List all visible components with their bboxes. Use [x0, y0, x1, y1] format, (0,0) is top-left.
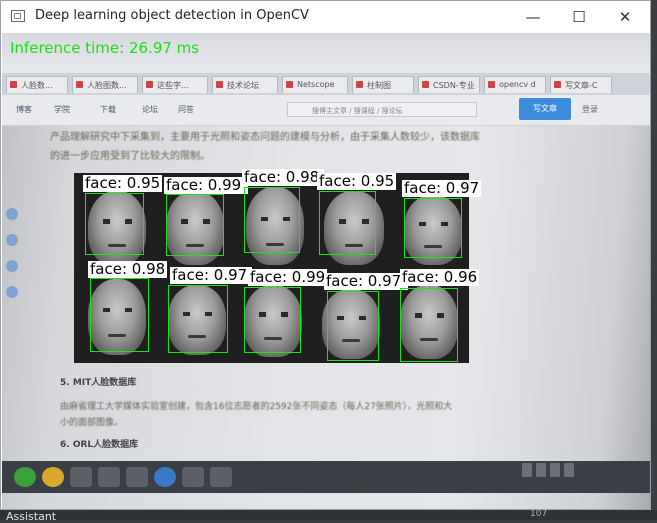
- captured-tab: 人脸图数...: [72, 76, 138, 93]
- detection-label: face: 0.98: [88, 260, 168, 278]
- close-button[interactable]: ✕: [603, 5, 647, 29]
- detection-label: face: 0.97: [324, 273, 408, 290]
- tray-icon: [536, 463, 546, 477]
- captured-nav-item: 下载: [100, 105, 116, 114]
- share-icon: [6, 286, 18, 298]
- chrome-icon: [42, 467, 64, 487]
- captured-site-nav: 博客 学院 下载 论坛 问答 搜博主文章 / 搜课程 / 搜论坛 写文章 登录: [2, 95, 650, 126]
- detection-box: [327, 291, 379, 361]
- detection-box: [166, 194, 224, 256]
- tray-icon: [564, 463, 574, 477]
- captured-login-link: 登录: [582, 105, 598, 114]
- share-icon: [6, 234, 18, 246]
- detection-box: [319, 191, 376, 255]
- detection-box: [400, 288, 458, 362]
- captured-taskbar: [2, 461, 650, 493]
- detection-label: face: 0.98: [242, 169, 324, 186]
- captured-text-line: 小的面部图像。: [60, 418, 124, 428]
- start-icon: [14, 467, 36, 487]
- detection-label: face: 0.97: [402, 179, 482, 197]
- detection-box: [85, 193, 144, 255]
- window-app-icon: [11, 10, 25, 22]
- share-icon: [6, 208, 18, 220]
- detection-box: [244, 187, 300, 253]
- detection-label: face: 0.96: [400, 268, 480, 286]
- folder-icon: [98, 467, 120, 487]
- speaker-icon: [70, 467, 92, 487]
- minimize-button[interactable]: —: [511, 5, 555, 29]
- captured-text-line: 的进一步应用受到了比较大的限制。: [50, 151, 210, 162]
- detection-label: face: 0.95: [83, 174, 163, 192]
- captured-search-box: 搜博主文章 / 搜课程 / 搜论坛: [287, 102, 477, 117]
- browser-icon: [154, 467, 176, 487]
- captured-nav-item: 问答: [178, 105, 194, 114]
- captured-section-heading: 5. MIT人脸数据库: [60, 378, 137, 388]
- terminal-icon: [126, 467, 148, 487]
- detection-box: [244, 287, 301, 353]
- captured-tab: 柱制图: [352, 76, 414, 93]
- inference-time-label: Inference time: 26.97 ms: [10, 39, 200, 57]
- captured-nav-item: 论坛: [142, 105, 158, 114]
- detection-label: face: 0.97: [170, 267, 252, 284]
- detection-label: face: 0.99: [164, 177, 248, 194]
- detection-box: [404, 198, 462, 258]
- count-label: 107: [530, 509, 548, 519]
- captured-text-line: 由麻省理工大学媒体实验室创建，包含16位志愿者的2592张不同姿态（每人27张照…: [60, 402, 453, 412]
- detection-box: [90, 278, 149, 352]
- camera-frame: 人脸数... 人脸图数... 这些字… 技术论坛 Netscope 柱制图 CS…: [2, 33, 650, 509]
- captured-section-heading: 6. ORL人脸数据库: [60, 440, 139, 450]
- captured-tab: 写文章-C: [550, 76, 612, 93]
- captured-write-button: 写文章: [519, 98, 571, 120]
- tray-icon: [522, 463, 532, 477]
- captured-tab: opencv d: [484, 76, 546, 93]
- detection-box: [168, 285, 228, 353]
- captured-tab: Netscope: [282, 76, 348, 93]
- captured-nav-item: 学院: [54, 105, 70, 114]
- captured-tab: 这些字…: [142, 76, 208, 93]
- captured-text-line: 产品理解研究中下采集到，主要用于光照和姿态问题的建模与分析，由于采集人数较少，该…: [50, 132, 480, 143]
- captured-tab-strip: 人脸数... 人脸图数... 这些字… 技术论坛 Netscope 柱制图 CS…: [2, 73, 650, 95]
- tray-icon: [550, 463, 560, 477]
- captured-nav-item: 博客: [16, 105, 32, 114]
- captured-tab: 技术论坛: [212, 76, 278, 93]
- captured-tab: 人脸数...: [6, 76, 68, 93]
- desktop-strip: [0, 510, 657, 520]
- app-icon: [210, 467, 232, 487]
- captured-tab: CSDN-专业: [418, 76, 480, 93]
- assistant-label[interactable]: Assistant: [6, 510, 56, 523]
- detection-label: face: 0.95: [317, 172, 397, 190]
- window-title: Deep learning object detection in OpenCV: [35, 8, 309, 23]
- opencv-window: Deep learning object detection in OpenCV…: [0, 0, 651, 510]
- maximize-button[interactable]: ☐: [557, 5, 601, 29]
- share-icon: [6, 260, 18, 272]
- title-bar[interactable]: Deep learning object detection in OpenCV…: [1, 1, 650, 33]
- window-icon: [182, 467, 204, 487]
- detection-label: face: 0.99: [248, 268, 328, 286]
